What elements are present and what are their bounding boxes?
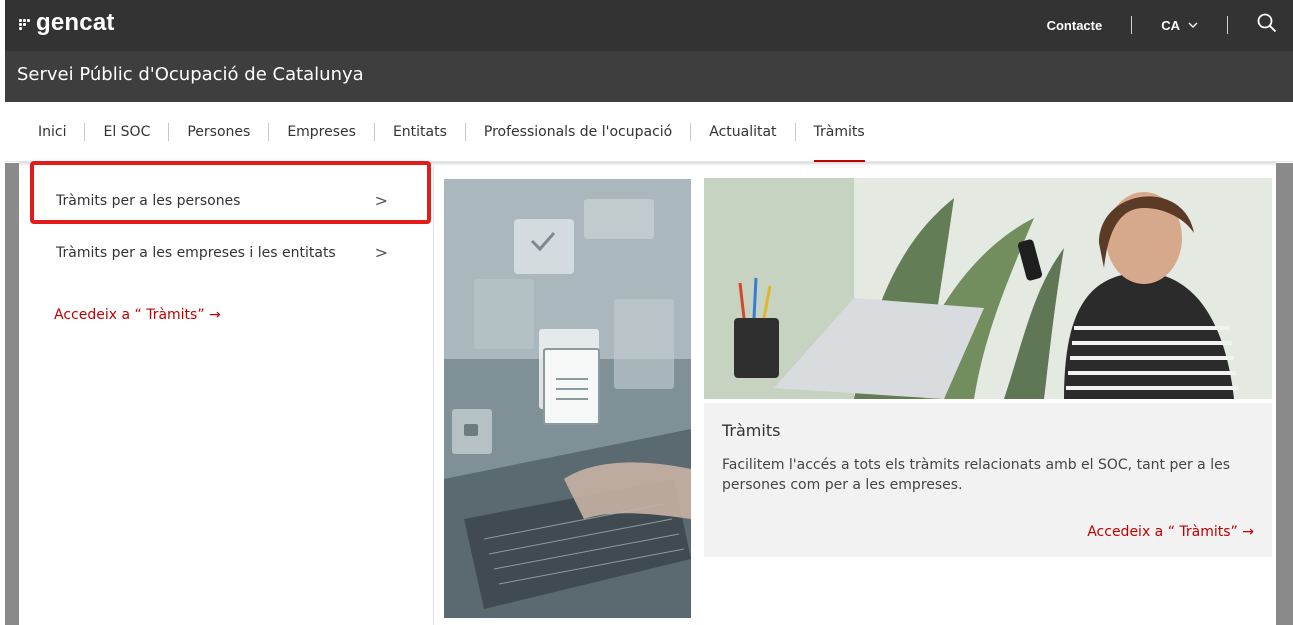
nav-item-inici[interactable]: Inici — [38, 102, 66, 162]
card-access-link[interactable]: Accedeix a “ Tràmits” → — [1087, 524, 1254, 540]
submenu-item-label: Tràmits per a les persones — [56, 193, 241, 209]
logo-dots-icon — [19, 17, 33, 30]
search-icon — [1257, 13, 1277, 32]
chevron-right-icon: > — [374, 243, 388, 262]
nav-item-empreses[interactable]: Empreses — [287, 102, 356, 162]
gencat-logo[interactable]: gencat — [19, 7, 115, 39]
card-title: Tràmits — [722, 421, 781, 440]
divider — [1227, 16, 1228, 34]
language-selector[interactable]: CA — [1161, 18, 1198, 33]
nav-separator — [356, 102, 393, 162]
contact-link[interactable]: Contacte — [1047, 18, 1103, 33]
nav-item-label: Entitats — [392, 124, 447, 140]
language-label: CA — [1161, 17, 1180, 33]
site-title-bar: Servei Públic d'Ocupació de Catalunya — [5, 51, 1293, 102]
page-background-left — [5, 163, 19, 625]
card-description: Facilitem l'accés a tots els tràmits rel… — [722, 457, 1230, 493]
search-button[interactable] — [1257, 13, 1277, 38]
tramits-card: Tràmits Facilitem l'accés a tots els trà… — [704, 403, 1272, 557]
nav-item-persones[interactable]: Persones — [187, 102, 250, 162]
submenu-item-empreses[interactable]: Tràmits per a les empreses i les entitat… — [19, 243, 434, 263]
nav-item-el-soc[interactable]: El SOC — [103, 102, 150, 162]
nav-item-label: Empreses — [287, 124, 356, 140]
laptop-documents-image — [444, 179, 691, 618]
laptop-illustration — [444, 179, 691, 618]
nav-item-label: Inici — [38, 124, 67, 140]
chevron-right-icon: > — [374, 191, 388, 210]
chevron-down-icon — [1188, 22, 1198, 28]
nav-item-label: El SOC — [103, 124, 151, 140]
nav-item-label: Professionals de l'ocupació — [483, 124, 673, 140]
nav-item-actualitat[interactable]: Actualitat — [709, 102, 776, 162]
nav-item-label: Actualitat — [709, 124, 777, 140]
woman-on-phone-image — [704, 178, 1272, 399]
divider — [1131, 16, 1133, 34]
nav-item-professionals[interactable]: Professionals de l'ocupació — [484, 102, 672, 162]
nav-item-label: Persones — [187, 124, 251, 140]
site-title[interactable]: Servei Públic d'Ocupació de Catalunya — [17, 64, 364, 85]
nav-item-tramits[interactable]: Tràmits — [813, 102, 865, 162]
top-utility-bar: Contacte CA — [1047, 10, 1277, 40]
submenu-column: Tràmits per a les persones > Tràmits per… — [19, 166, 434, 625]
office-illustration — [704, 178, 1272, 399]
nav-separator — [250, 102, 287, 162]
submenu-item-persones[interactable]: Tràmits per a les persones > — [19, 191, 434, 211]
nav-item-label: Tràmits — [813, 102, 865, 162]
submenu-item-label: Tràmits per a les empreses i les entitat… — [56, 245, 336, 261]
nav-separator — [447, 102, 484, 162]
nav-separator — [672, 102, 709, 162]
main-nav: Inici El SOC Persones Empreses Entitats … — [5, 102, 1293, 162]
access-tramits-link[interactable]: Accedeix a “ Tràmits” → — [54, 307, 221, 323]
top-bar: gencat Contacte CA — [5, 0, 1293, 51]
nav-item-entitats[interactable]: Entitats — [393, 102, 447, 162]
page-background-right — [1276, 163, 1293, 625]
nav-separator — [66, 102, 103, 162]
nav-separator — [150, 102, 187, 162]
logo-text: gencat — [36, 9, 115, 36]
nav-separator — [777, 102, 814, 162]
